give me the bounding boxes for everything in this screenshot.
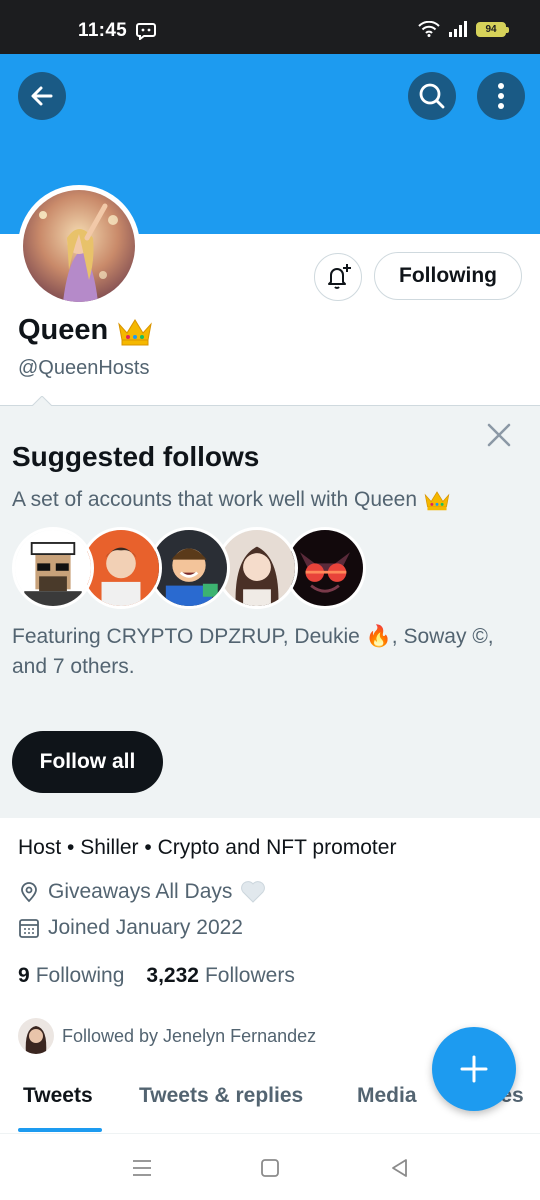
profile-avatar[interactable] xyxy=(18,185,140,307)
follow-all-button[interactable]: Follow all xyxy=(12,731,163,793)
tab-tweets[interactable]: Tweets xyxy=(23,1084,93,1108)
calendar-icon xyxy=(19,919,39,938)
suggested-follows-title: Suggested follows xyxy=(12,441,260,472)
search-button[interactable] xyxy=(408,72,456,120)
suggested-follows-description: A set of accounts that work well with Qu… xyxy=(12,488,451,512)
display-name: Queen xyxy=(18,314,154,347)
more-vertical-icon xyxy=(498,83,504,109)
followed-by[interactable]: Followed by Jenelyn Fernandez xyxy=(18,1018,316,1054)
status-bar: 11:45 94 xyxy=(0,0,540,54)
status-indicators: 94 xyxy=(418,21,509,37)
tab-media[interactable]: Media xyxy=(357,1084,417,1108)
suggested-featuring-text: Featuring CRYPTO DPZRUP, Deukie 🔥, Soway… xyxy=(12,625,494,678)
display-name-text: Queen xyxy=(18,314,109,346)
tab-tweets-replies[interactable]: Tweets & replies xyxy=(139,1084,303,1108)
notifications-bell-button[interactable] xyxy=(314,253,362,301)
profile-location: Giveaways All Days xyxy=(18,880,266,904)
signal-icon xyxy=(449,21,467,37)
white-heart-icon xyxy=(241,881,266,903)
compose-tweet-button[interactable] xyxy=(432,1027,516,1111)
status-time: 11:45 xyxy=(78,20,128,41)
following-button[interactable]: Following xyxy=(374,252,522,300)
more-options-button[interactable] xyxy=(477,72,525,120)
following-label: Following xyxy=(35,964,125,987)
profile-joined: Joined January 2022 xyxy=(18,916,243,940)
suggested-avatars[interactable] xyxy=(12,527,366,611)
back-button[interactable] xyxy=(18,72,66,120)
back-triangle-icon[interactable] xyxy=(388,1156,412,1180)
avatar-image xyxy=(23,190,135,302)
location-text: Giveaways All Days xyxy=(48,880,233,903)
crown-emoji-icon xyxy=(424,491,450,511)
following-count-link[interactable]: 9 Following xyxy=(18,964,124,988)
system-navigation-bar xyxy=(0,1134,540,1200)
joined-text: Joined January 2022 xyxy=(48,916,243,939)
following-count: 9 xyxy=(18,964,30,987)
close-icon[interactable] xyxy=(486,422,512,448)
user-handle: @QueenHosts xyxy=(18,357,150,379)
follower-avatar xyxy=(18,1018,54,1054)
bell-plus-icon xyxy=(328,264,351,289)
chat-notification-icon xyxy=(136,23,156,40)
location-pin-icon xyxy=(21,882,37,903)
suggested-description-text: A set of accounts that work well with Qu… xyxy=(12,488,418,511)
suggested-avatar[interactable] xyxy=(12,527,94,609)
arrow-left-icon xyxy=(31,86,53,106)
home-square-icon[interactable] xyxy=(258,1156,282,1180)
menu-icon[interactable] xyxy=(130,1156,154,1180)
followers-count: 3,232 xyxy=(146,964,199,987)
follow-counts: 9 Following 3,232 Followers xyxy=(18,964,295,988)
panel-caret xyxy=(32,396,52,406)
crown-emoji-icon xyxy=(118,318,153,345)
profile-bio: Host • Shiller • Crypto and NFT promoter xyxy=(18,836,397,859)
followers-count-link[interactable]: 3,232 Followers xyxy=(146,964,294,988)
plus-icon xyxy=(460,1055,488,1083)
battery-indicator: 94 xyxy=(476,21,509,37)
wifi-icon xyxy=(418,21,440,37)
search-icon xyxy=(419,83,445,109)
followed-by-text: Followed by Jenelyn Fernandez xyxy=(62,1025,317,1046)
followers-label: Followers xyxy=(204,964,295,987)
active-tab-indicator xyxy=(18,1128,102,1132)
